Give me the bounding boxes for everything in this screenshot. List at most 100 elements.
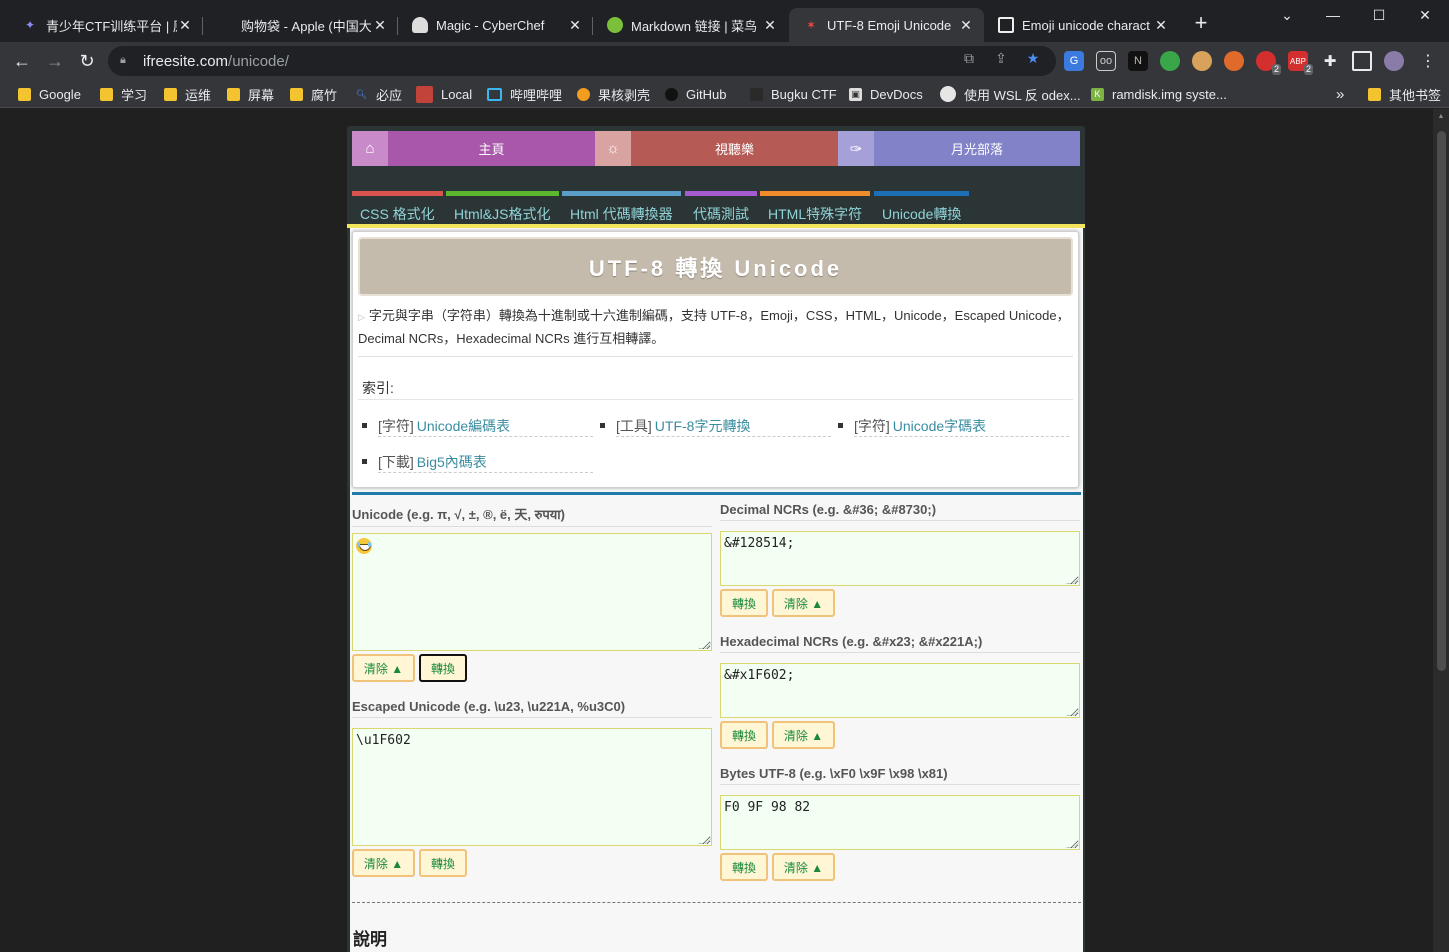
tab-close-icon[interactable]: ✕ xyxy=(1153,17,1169,34)
tab-utf8-unicode[interactable]: ✶ UTF-8 Emoji Unicode ✕ xyxy=(789,8,984,42)
tab-close-icon[interactable]: ✕ xyxy=(958,17,974,34)
ublock-extension-icon[interactable]: 2 xyxy=(1256,51,1281,75)
hex-convert-button[interactable]: 轉換 xyxy=(720,721,768,749)
tab-close-icon[interactable]: ✕ xyxy=(372,17,388,34)
index-link[interactable]: UTF-8字元轉換 xyxy=(655,416,751,436)
scroll-up-arrow-icon[interactable]: ▲ xyxy=(1437,113,1445,120)
bookmark-pingmu[interactable]: 屏幕 xyxy=(227,85,274,103)
translate-icon[interactable]: ⧉ xyxy=(960,49,978,67)
resize-grip[interactable] xyxy=(698,836,711,844)
hex-ncrs-textarea[interactable]: &#x1F602; xyxy=(720,663,1080,718)
minimize-button[interactable]: — xyxy=(1310,0,1356,30)
home-icon[interactable]: ⌂ xyxy=(352,131,388,166)
index-link[interactable]: Big5內碼表 xyxy=(417,452,487,472)
tab-runoob[interactable]: Markdown 链接 | 菜鸟 ✕ xyxy=(593,8,788,42)
tab-emoji-unicode[interactable]: Emoji unicode charact ✕ xyxy=(984,8,1179,42)
index-item[interactable]: [字符] Unicode編碼表 xyxy=(362,415,593,437)
bookmark-google[interactable]: Google xyxy=(18,85,81,103)
index-item[interactable]: [字符] Unicode字碼表 xyxy=(838,415,1069,437)
bookmark-bing[interactable]: 🔍︎ 必应 xyxy=(355,85,402,103)
scrollbar-thumb[interactable] xyxy=(1437,131,1446,671)
resize-grip[interactable] xyxy=(1066,708,1079,716)
share-icon[interactable]: ⇪ xyxy=(992,49,1010,67)
unicode-convert-button[interactable]: 轉換 xyxy=(419,654,467,682)
cookie-extension-icon[interactable] xyxy=(1192,51,1212,71)
profile-avatar[interactable] xyxy=(1384,51,1404,71)
bookmarks-overflow-button[interactable]: » xyxy=(1336,85,1344,103)
resize-grip[interactable] xyxy=(1066,840,1079,848)
nav-media[interactable]: 視聽樂 xyxy=(631,131,838,166)
escaped-convert-button[interactable]: 轉換 xyxy=(419,849,467,877)
tab-close-icon[interactable]: ✕ xyxy=(177,17,193,34)
nav-blog[interactable]: 月光部落 xyxy=(874,131,1080,166)
decimal-convert-button[interactable]: 轉換 xyxy=(720,589,768,617)
local-icon xyxy=(416,85,433,103)
subnav-html-converter[interactable]: Html 代碼轉換器 xyxy=(562,191,681,222)
tab-apple[interactable]: 购物袋 - Apple (中国大 ✕ xyxy=(203,8,398,42)
maximize-button[interactable]: ☐ xyxy=(1356,0,1402,30)
index-link[interactable]: Unicode字碼表 xyxy=(893,416,986,436)
resize-grip[interactable] xyxy=(698,641,711,649)
subnav-html-js-format[interactable]: Html&JS格式化 xyxy=(446,191,559,222)
bookmark-bilibili[interactable]: 哔哩哔哩 xyxy=(487,85,562,103)
bookmark-devdocs[interactable]: ▣ DevDocs xyxy=(849,85,923,103)
reload-icon[interactable]: ↻ xyxy=(75,49,99,73)
tab-title: UTF-8 Emoji Unicode xyxy=(827,17,952,33)
tab-close-icon[interactable]: ✕ xyxy=(567,17,583,34)
unicode-clear-button[interactable]: 清除 ▲ xyxy=(352,654,415,682)
bookmark-label: Local xyxy=(441,86,473,102)
bookmark-ramdisk[interactable]: Kramdisk.img syste... xyxy=(1091,85,1227,103)
escaped-unicode-label: Escaped Unicode (e.g. \u23, \u221A, %u3C… xyxy=(352,699,712,718)
close-window-button[interactable]: ✕ xyxy=(1402,0,1448,30)
back-arrow-icon[interactable]: ← xyxy=(10,49,34,73)
escaped-unicode-textarea[interactable]: \u1F602 xyxy=(352,728,712,846)
scrollbar[interactable]: ▲ xyxy=(1433,109,1449,952)
bytes-clear-button[interactable]: 清除 ▲ xyxy=(772,853,835,881)
lightbulb-icon[interactable]: ☼ xyxy=(595,131,631,166)
tampermonkey-extension-icon[interactable] xyxy=(1224,51,1244,71)
index-link[interactable]: Unicode編碼表 xyxy=(417,416,510,436)
tab-search-button[interactable]: ⌄ xyxy=(1264,0,1310,30)
apple-favicon-icon xyxy=(217,17,233,33)
decimal-clear-button[interactable]: 清除 ▲ xyxy=(772,589,835,617)
bookmark-wsl[interactable]: 使用 WSL 反 odex... xyxy=(940,85,1081,103)
other-bookmarks[interactable]: 其他书签 xyxy=(1368,85,1441,103)
hex-clear-button[interactable]: 清除 ▲ xyxy=(772,721,835,749)
subnav-html-special-chars[interactable]: HTML特殊字符 xyxy=(760,191,870,222)
google-translate-extension-icon[interactable]: G xyxy=(1064,51,1084,71)
tab-cyberchef[interactable]: Magic - CyberChef ✕ xyxy=(398,8,593,42)
bookmark-bugku[interactable]: Bugku CTF xyxy=(750,85,837,103)
menu-kebab-icon[interactable]: ⋮ xyxy=(1418,51,1438,71)
bookmark-github[interactable]: GitHub xyxy=(665,85,726,103)
new-tab-button[interactable]: + xyxy=(1190,12,1212,35)
green-extension-icon[interactable] xyxy=(1160,51,1180,71)
decimal-ncrs-textarea[interactable]: &#128514; xyxy=(720,531,1080,586)
notion-extension-icon[interactable]: N xyxy=(1128,51,1148,71)
bookmark-local[interactable]: Local xyxy=(416,85,472,103)
subnav-code-test[interactable]: 代碼測試 xyxy=(685,191,757,222)
address-bar[interactable]: 🔒︎ ifreesite.com/unicode/ xyxy=(108,46,1056,76)
tab-ctf[interactable]: ✦ 青少年CTF训练平台 | 原 ✕ xyxy=(8,8,203,42)
feather-icon[interactable]: ✑ xyxy=(838,131,874,166)
subnav-unicode-convert[interactable]: Unicode轉換 xyxy=(874,191,969,222)
index-item[interactable]: [下載] Big5內碼表 xyxy=(362,451,593,473)
reader-extension-icon[interactable]: oo xyxy=(1096,51,1116,71)
resize-grip[interactable] xyxy=(1066,576,1079,584)
nav-home[interactable]: 主頁 xyxy=(388,131,595,166)
bytes-utf8-textarea[interactable]: F0 9F 98 82 xyxy=(720,795,1080,850)
bytes-convert-button[interactable]: 轉換 xyxy=(720,853,768,881)
escaped-clear-button[interactable]: 清除 ▲ xyxy=(352,849,415,877)
side-panel-icon[interactable] xyxy=(1352,51,1372,71)
tab-close-icon[interactable]: ✕ xyxy=(762,17,778,34)
index-item[interactable]: [工具] UTF-8字元轉換 xyxy=(600,415,831,437)
bookmark-yunwei[interactable]: 运维 xyxy=(164,85,211,103)
adblock-plus-extension-icon[interactable]: ABP 2 xyxy=(1288,51,1313,75)
bookmark-star-icon[interactable]: ★ xyxy=(1024,49,1042,67)
bookmark-fuzhu[interactable]: 腐竹 xyxy=(290,85,337,103)
unicode-textarea[interactable] xyxy=(352,533,712,651)
subnav-css-format[interactable]: CSS 格式化 xyxy=(352,191,443,222)
forward-arrow-icon[interactable]: → xyxy=(43,49,67,73)
bookmark-guohe[interactable]: 果核剥壳 xyxy=(577,85,650,103)
extensions-puzzle-icon[interactable]: ✚ xyxy=(1320,51,1340,71)
bookmark-xuexi[interactable]: 学习 xyxy=(100,85,147,103)
